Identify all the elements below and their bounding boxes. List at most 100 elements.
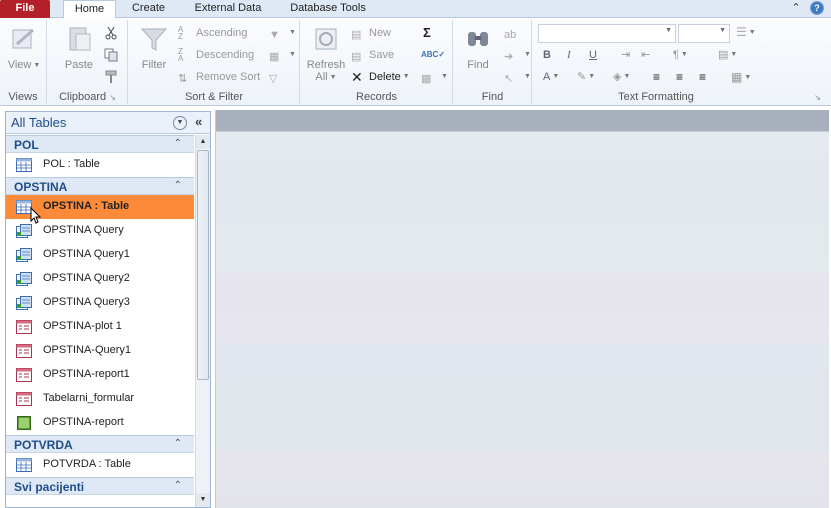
nav-menu-dropdown-icon[interactable]: ▼ — [173, 116, 187, 130]
nav-header[interactable]: All Tables ▼ « — [6, 112, 210, 134]
nav-object-item[interactable]: Tabelarni_formular — [6, 387, 194, 411]
nav-object-item[interactable]: POTVRDA : Table — [6, 453, 194, 477]
nav-group-header[interactable]: OPSTINA ⌃ — [6, 177, 194, 195]
gridlines-icon[interactable]: ☰ ▼ — [736, 25, 772, 39]
delete-record-button[interactable]: ✕ Delete ▼ — [351, 68, 410, 86]
format-painter-icon[interactable] — [104, 70, 118, 84]
fill-color-icon[interactable]: ◈ ▼ — [613, 68, 630, 86]
mouse-cursor-icon — [30, 207, 42, 224]
goto-button[interactable]: ➔ ▼ — [504, 46, 531, 64]
help-icon[interactable]: ? — [810, 1, 824, 15]
remove-sort-button[interactable]: ⇅ Remove Sort — [178, 68, 260, 86]
nav-group-title: POTVRDA — [14, 438, 73, 452]
font-color-label: A — [543, 71, 551, 83]
navigation-pane: All Tables ▼ « POL ⌃ POL : Table OPSTINA ⌃ OP… — [5, 111, 211, 508]
nav-group-header[interactable]: Svi pacijenti ⌃ — [6, 477, 194, 495]
nav-object-item[interactable]: OPSTINA Query3 — [6, 291, 194, 315]
remove-sort-icon: ⇅ — [178, 73, 188, 86]
nav-object-item[interactable]: OPSTINA-plot 1 — [6, 315, 194, 339]
align-center-icon[interactable]: ≡ — [676, 68, 683, 86]
paragraph-direction-icon[interactable]: ¶ ▼ — [673, 46, 688, 64]
italic-button[interactable]: I — [567, 46, 571, 64]
group-text-formatting: ▼ ▼ ☰ ▼ B I U ⇥ ⇤ ¶ ▼ ▤ ▼ A ▼ ✎ ▼ ◈ ▼ ≡ ≡ ≡ ▦ ▼… — [533, 20, 821, 104]
nav-group-title: POL — [14, 138, 39, 152]
totals-icon[interactable]: Σ — [423, 24, 431, 42]
nav-object-item[interactable]: OPSTINA Query2 — [6, 267, 194, 291]
filter-label: Filter — [141, 59, 167, 71]
sort-ascending-icon: AZ — [178, 25, 184, 42]
new-record-button[interactable]: ▤ New — [351, 24, 391, 42]
refresh-icon — [315, 28, 337, 50]
nav-object-label: Tabelarni_formular — [43, 392, 135, 404]
nav-scrollbar[interactable]: ▲ ▼ — [195, 135, 210, 507]
nav-object-item[interactable]: POL : Table — [6, 153, 194, 177]
sort-descending-button[interactable]: Z A Descending — [178, 46, 254, 64]
goto-icon: ➔ — [504, 51, 514, 64]
group-records: Refresh All ▼ ▤ New ▤ Save ✕ Delete ▼ Σ ABC✓ ▦… — [301, 20, 453, 104]
advanced-button[interactable]: ▦ ▼ — [269, 46, 296, 64]
nav-object-item[interactable]: OPSTINA-report1 — [6, 363, 194, 387]
sort-filter-group-label: Sort & Filter — [184, 91, 244, 103]
nav-object-item[interactable]: OPSTINA-Query1 — [6, 339, 194, 363]
font-size-combo[interactable]: ▼ — [678, 24, 730, 43]
nav-object-label: POL : Table — [43, 158, 100, 170]
alternate-row-color-icon[interactable]: ▤ ▼ — [718, 46, 737, 64]
tab-create[interactable]: Create — [126, 0, 171, 18]
group-find: Find ab ➔ ▼ ↖ ▼ Find — [454, 20, 532, 104]
collapse-group-icon[interactable]: ⌃ — [174, 438, 182, 449]
ribbon-tabs: File Home Create External Data Database … — [0, 0, 831, 19]
font-color-button[interactable]: A ▼ — [543, 68, 559, 86]
align-right-icon[interactable]: ≡ — [699, 68, 706, 86]
collapse-group-icon[interactable]: ⌃ — [174, 480, 182, 491]
underline-button[interactable]: U — [589, 46, 597, 64]
save-label: Save — [369, 49, 395, 61]
cut-icon[interactable] — [104, 26, 118, 40]
view-button[interactable]: View ▼ — [6, 24, 42, 71]
gridlines-format-icon[interactable]: ▦ ▼ — [731, 68, 751, 86]
highlight-icon[interactable]: ✎ ▼ — [577, 68, 595, 86]
nav-group-header[interactable]: POL ⌃ — [6, 135, 194, 153]
delete-label: Delete — [369, 71, 401, 83]
paste-icon — [69, 27, 91, 51]
more-records-button[interactable]: ▦ ▼ — [421, 68, 448, 86]
toggle-filter-button[interactable]: ▽ — [269, 68, 287, 86]
nav-object-item[interactable]: OPSTINA-report — [6, 411, 194, 435]
sort-descending-icon: ZA — [178, 47, 184, 64]
collapse-group-icon[interactable]: ⌃ — [174, 180, 182, 191]
scroll-down-icon[interactable]: ▼ — [196, 493, 210, 507]
find-button[interactable]: Find — [458, 24, 498, 71]
tab-home[interactable]: Home — [63, 0, 116, 19]
font-dropdown-icon: ▼ — [665, 27, 672, 34]
tab-database-tools[interactable]: Database Tools — [283, 0, 373, 18]
paste-button[interactable]: Paste — [56, 24, 102, 71]
collapse-group-icon[interactable]: ⌃ — [174, 138, 182, 149]
save-record-button[interactable]: ▤ Save — [351, 46, 394, 64]
refresh-all-button[interactable]: Refresh All ▼ — [305, 24, 347, 83]
replace-icon[interactable]: ab — [504, 24, 522, 42]
decrease-indent-icon[interactable]: ⇤ — [641, 46, 650, 64]
scroll-up-icon[interactable]: ▲ — [196, 135, 210, 149]
shutter-bar-close-icon[interactable]: « — [195, 114, 202, 129]
scroll-thumb[interactable] — [197, 150, 209, 380]
nav-group-header[interactable]: POTVRDA ⌃ — [6, 435, 194, 453]
select-button[interactable]: ↖ ▼ — [504, 68, 531, 86]
increase-indent-icon[interactable]: ⇥ — [621, 46, 630, 64]
minimize-ribbon-icon[interactable]: ⌃ — [788, 1, 804, 17]
text-formatting-launcher-icon[interactable]: ↘ — [814, 93, 821, 102]
new-record-icon: ▤ — [351, 29, 362, 42]
sort-ascending-button[interactable]: A Z Ascending — [178, 24, 247, 42]
dialog-launcher-icon[interactable]: ↘ — [109, 93, 116, 102]
filter-button[interactable]: Filter — [134, 24, 174, 71]
copy-icon[interactable] — [104, 48, 118, 62]
bold-button[interactable]: B — [543, 46, 551, 64]
nav-object-label: OPSTINA Query2 — [43, 272, 130, 284]
nav-object-label: OPSTINA Query3 — [43, 296, 130, 308]
font-name-combo[interactable]: ▼ — [538, 24, 676, 43]
selection-button[interactable]: ▼ ▼ — [269, 24, 296, 42]
tab-external-data[interactable]: External Data — [186, 0, 270, 18]
nav-object-item[interactable]: OPSTINA Query1 — [6, 243, 194, 267]
advanced-filter-icon: ▦ — [269, 51, 280, 64]
spelling-icon[interactable]: ABC✓ — [421, 46, 445, 64]
tab-file[interactable]: File — [0, 0, 50, 18]
align-left-icon[interactable]: ≡ — [653, 68, 660, 86]
